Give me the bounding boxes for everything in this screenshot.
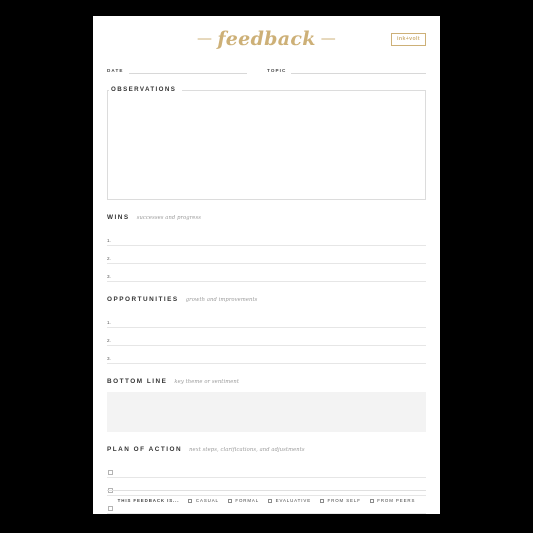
date-input-line[interactable] bbox=[128, 64, 247, 74]
list-item[interactable]: 2. bbox=[107, 328, 426, 346]
list-item[interactable]: 1. bbox=[107, 310, 426, 328]
wins-item-number: 1. bbox=[107, 238, 111, 243]
opportunities-section: OPPORTUNITIES growth and improvements 1.… bbox=[107, 296, 426, 364]
topic-input-line[interactable] bbox=[291, 64, 426, 74]
list-item[interactable]: 2. bbox=[107, 246, 426, 264]
footer-option-label: FROM PEERS bbox=[377, 498, 416, 503]
page-title: — feedback — bbox=[107, 28, 426, 50]
title-dash-left: — bbox=[197, 29, 213, 47]
checkbox-icon[interactable] bbox=[188, 498, 193, 503]
checkbox-icon[interactable] bbox=[108, 506, 113, 511]
footer-option-label: FORMAL bbox=[235, 498, 260, 503]
opportunities-title: OPPORTUNITIES bbox=[107, 296, 179, 303]
plan-of-action-title: PLAN OF ACTION bbox=[107, 446, 183, 453]
bottom-line-heading: BOTTOM LINE key theme or sentiment bbox=[107, 378, 426, 385]
page-content: — feedback — ink+volt DATE TOPIC OBSERVATI… bbox=[107, 16, 426, 514]
bottom-line-title: BOTTOM LINE bbox=[107, 378, 168, 385]
plan-of-action-section: PLAN OF ACTION next steps, clarification… bbox=[107, 446, 426, 514]
footer-option-evaluative[interactable]: EVALUATIVE bbox=[268, 498, 311, 503]
observations-label: OBSERVATIONS bbox=[109, 86, 183, 94]
footer-option-casual[interactable]: CASUAL bbox=[188, 498, 218, 503]
wins-title: WINS bbox=[107, 214, 130, 221]
opportunities-heading: OPPORTUNITIES growth and improvements bbox=[107, 296, 426, 303]
plan-of-action-subtitle: next steps, clarifications, and adjustme… bbox=[189, 447, 305, 453]
page-footer: THIS FEEDBACK IS... CASUAL FORMAL EVALUA… bbox=[107, 490, 426, 503]
list-item[interactable]: 3. bbox=[107, 346, 426, 364]
brand-logo-badge: ink+volt bbox=[391, 33, 426, 47]
opportunities-item-number: 2. bbox=[107, 338, 111, 343]
checkbox-icon[interactable] bbox=[369, 498, 374, 503]
date-field[interactable]: DATE bbox=[107, 64, 247, 74]
footer-option-from-self[interactable]: FROM SELF bbox=[320, 498, 361, 503]
footer-lead-label: THIS FEEDBACK IS... bbox=[117, 498, 180, 503]
list-item[interactable]: 3. bbox=[107, 264, 426, 282]
opportunities-subtitle: growth and improvements bbox=[185, 297, 258, 303]
checkbox-icon[interactable] bbox=[268, 498, 273, 503]
topic-label: TOPIC bbox=[267, 68, 287, 73]
list-item[interactable] bbox=[107, 460, 426, 478]
footer-option-label: FROM SELF bbox=[327, 498, 361, 503]
observations-section: OBSERVATIONS bbox=[107, 86, 426, 200]
plan-of-action-heading: PLAN OF ACTION next steps, clarification… bbox=[107, 446, 426, 453]
wins-item-number: 2. bbox=[107, 256, 111, 261]
wins-section: WINS successes and progress 1. 2. 3. bbox=[107, 214, 426, 282]
bottom-line-input-box[interactable] bbox=[107, 392, 426, 432]
title-text: feedback bbox=[217, 28, 316, 50]
page-header: — feedback — ink+volt bbox=[107, 16, 426, 56]
observations-input-box[interactable] bbox=[107, 90, 426, 200]
wins-heading: WINS successes and progress bbox=[107, 214, 426, 221]
wins-subtitle: successes and progress bbox=[136, 215, 201, 221]
footer-option-formal[interactable]: FORMAL bbox=[227, 498, 260, 503]
date-label: DATE bbox=[107, 68, 124, 73]
title-dash-right: — bbox=[320, 29, 336, 47]
meta-row: DATE TOPIC bbox=[107, 60, 426, 74]
bottom-line-subtitle: key theme or sentiment bbox=[174, 379, 240, 385]
checkbox-icon[interactable] bbox=[108, 470, 113, 475]
opportunities-item-number: 1. bbox=[107, 320, 111, 325]
worksheet-page: — feedback — ink+volt DATE TOPIC OBSERVATI… bbox=[93, 16, 440, 514]
topic-field[interactable]: TOPIC bbox=[267, 64, 426, 74]
checkbox-icon[interactable] bbox=[320, 498, 325, 503]
footer-option-label: CASUAL bbox=[195, 498, 219, 503]
checkbox-icon[interactable] bbox=[227, 498, 232, 503]
list-item[interactable]: 1. bbox=[107, 228, 426, 246]
opportunities-item-number: 3. bbox=[107, 356, 111, 361]
footer-option-from-peers[interactable]: FROM PEERS bbox=[369, 498, 416, 503]
wins-item-number: 3. bbox=[107, 274, 111, 279]
footer-option-label: EVALUATIVE bbox=[275, 498, 312, 503]
bottom-line-section: BOTTOM LINE key theme or sentiment bbox=[107, 378, 426, 432]
